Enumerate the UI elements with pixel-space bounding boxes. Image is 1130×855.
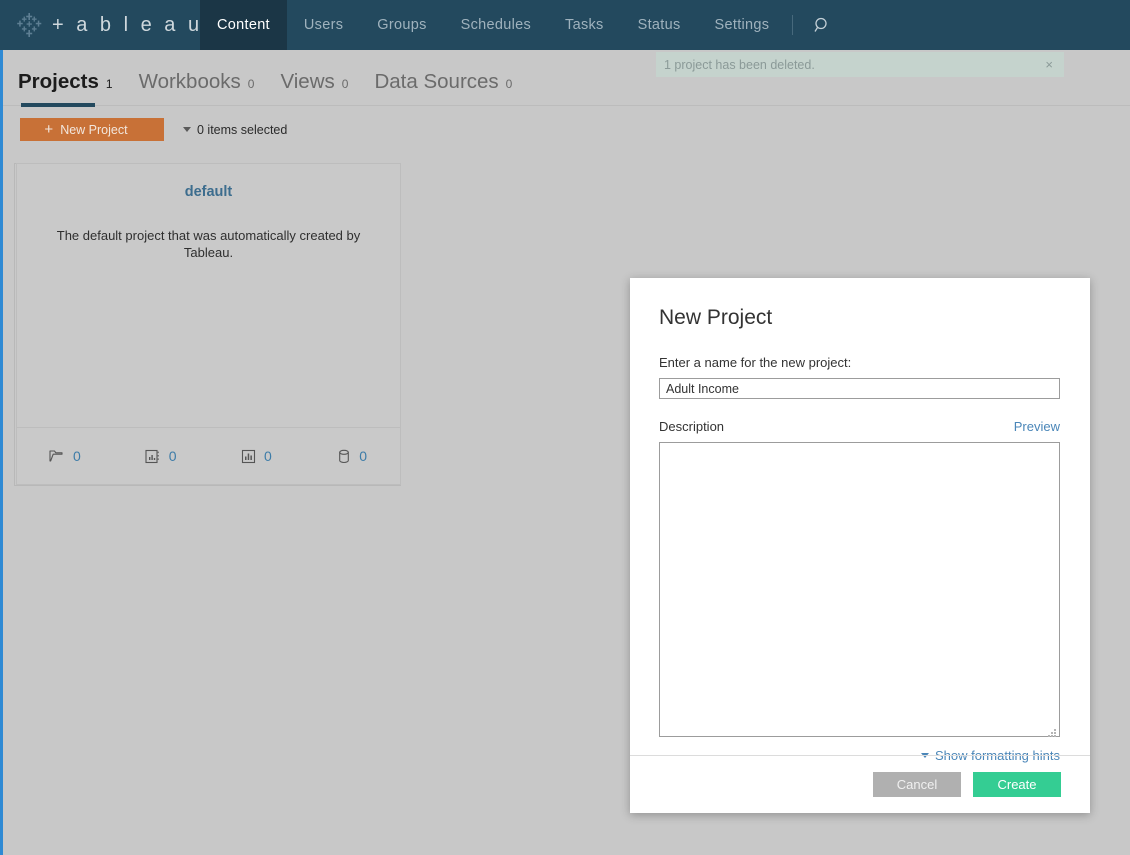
tab-data-sources-label: Data Sources: [374, 70, 498, 94]
new-project-button[interactable]: + New Project: [20, 118, 164, 141]
stat-workbooks[interactable]: 0: [113, 448, 209, 464]
active-tab-indicator: [21, 103, 95, 107]
app-root: + a b l e a u Content Users Groups Sched…: [0, 0, 1130, 855]
search-icon[interactable]: [799, 0, 845, 50]
create-button[interactable]: Create: [973, 772, 1061, 797]
tab-projects[interactable]: Projects 1: [18, 70, 139, 104]
nav-item-schedules[interactable]: Schedules: [444, 0, 548, 50]
notification-message: 1 project has been deleted.: [656, 58, 1034, 72]
tab-views-label: Views: [280, 70, 334, 94]
projects-toolbar: + New Project 0 items selected: [20, 118, 287, 141]
cancel-button[interactable]: Cancel: [873, 772, 961, 797]
tabs-divider: [3, 105, 1130, 106]
tab-views-count: 0: [342, 77, 349, 91]
stat-data-sources[interactable]: 0: [304, 448, 400, 464]
folder-icon: [49, 449, 65, 463]
description-area: [659, 442, 1060, 737]
selection-dropdown[interactable]: 0 items selected: [183, 123, 287, 137]
dialog-body: New Project Enter a name for the new pro…: [630, 278, 1090, 763]
project-name-label: Enter a name for the new project:: [659, 355, 1061, 370]
tab-data-sources-count: 0: [506, 77, 513, 91]
content-tabs: Projects 1 Workbooks 0 Views 0 Data Sour…: [18, 70, 538, 104]
project-name-input[interactable]: [659, 378, 1060, 399]
tab-data-sources[interactable]: Data Sources 0: [374, 70, 538, 104]
dialog-footer: Cancel Create: [630, 755, 1090, 813]
description-textarea[interactable]: [659, 442, 1060, 737]
nav-item-tasks[interactable]: Tasks: [548, 0, 621, 50]
new-project-button-label: New Project: [60, 123, 127, 137]
project-card-description: The default project that was automatical…: [17, 228, 400, 262]
tab-projects-label: Projects: [18, 70, 99, 94]
chevron-down-icon: [183, 127, 191, 132]
workbook-icon: [145, 449, 161, 464]
stat-projects-value: 0: [73, 448, 81, 464]
stat-projects[interactable]: 0: [17, 448, 113, 464]
nav-item-groups[interactable]: Groups: [360, 0, 443, 50]
top-navigation-bar: + a b l e a u Content Users Groups Sched…: [0, 0, 1130, 50]
tab-views[interactable]: Views 0: [280, 70, 374, 104]
nav-divider: [792, 15, 793, 35]
data-source-icon: [337, 449, 351, 464]
tab-workbooks-count: 0: [248, 77, 255, 91]
nav-item-status[interactable]: Status: [621, 0, 698, 50]
tableau-wordmark: + a b l e a u: [52, 14, 203, 37]
new-project-dialog: New Project Enter a name for the new pro…: [630, 278, 1090, 813]
stat-views-value: 0: [264, 448, 272, 464]
selection-count-label: 0 items selected: [197, 123, 287, 137]
tableau-brand[interactable]: + a b l e a u: [0, 0, 200, 50]
plus-icon: +: [44, 122, 53, 137]
notification-banner: 1 project has been deleted. ×: [656, 52, 1064, 77]
nav-item-settings[interactable]: Settings: [698, 0, 787, 50]
stat-views[interactable]: 0: [209, 448, 305, 464]
nav-item-content[interactable]: Content: [200, 0, 287, 50]
tab-workbooks[interactable]: Workbooks 0: [139, 70, 281, 104]
project-card-title[interactable]: default: [17, 184, 400, 200]
dialog-title: New Project: [659, 306, 1061, 330]
tableau-logo-icon: [16, 11, 44, 39]
project-card-default[interactable]: default The default project that was aut…: [16, 163, 401, 428]
stat-workbooks-value: 0: [169, 448, 177, 464]
tab-workbooks-label: Workbooks: [139, 70, 241, 94]
view-chart-icon: [241, 449, 256, 464]
description-label: Description: [659, 419, 724, 434]
project-card-stats: 0 0: [16, 428, 401, 485]
description-header: Description Preview: [659, 419, 1060, 434]
preview-link[interactable]: Preview: [1014, 419, 1060, 434]
tab-projects-count: 1: [106, 77, 113, 91]
nav-item-users[interactable]: Users: [287, 0, 360, 50]
nav-items: Content Users Groups Schedules Tasks Sta…: [200, 0, 845, 50]
close-icon[interactable]: ×: [1034, 58, 1064, 71]
stat-data-sources-value: 0: [359, 448, 367, 464]
